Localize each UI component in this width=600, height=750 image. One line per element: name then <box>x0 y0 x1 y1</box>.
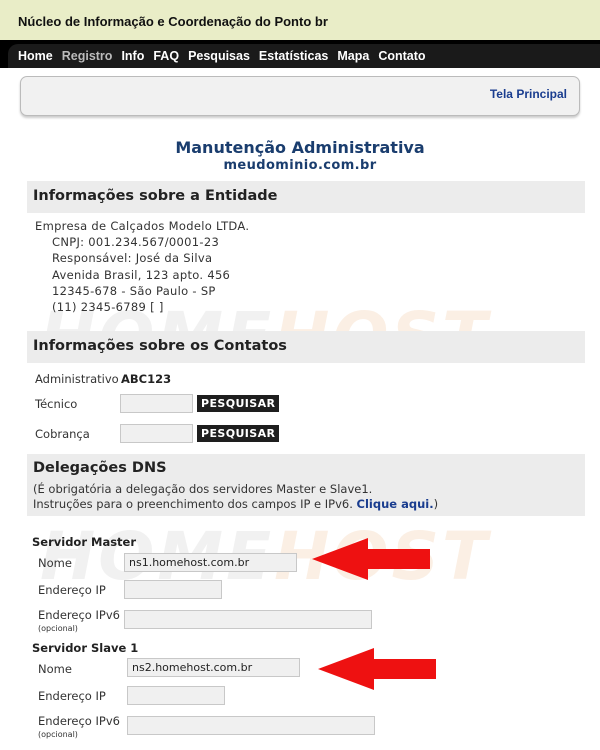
master-ipv6-optional: (opcional) <box>38 624 78 633</box>
entity-phone: (11) 2345-6789 [ ] <box>52 300 164 315</box>
tech-search-button[interactable]: PESQUISAR <box>197 395 280 412</box>
billing-contact-label: Cobrança <box>35 427 90 441</box>
nav-menu: Home Registro Info FAQ Pesquisas Estatís… <box>18 49 426 63</box>
tech-contact-label: Técnico <box>35 397 78 411</box>
nav-item-pesquisas[interactable]: Pesquisas <box>188 49 250 63</box>
master-server-title: Servidor Master <box>32 535 137 549</box>
slave-ipv6-label: Endereço IPv6 <box>38 714 120 728</box>
main-screen-link[interactable]: Tela Principal <box>490 87 567 101</box>
admin-contact-label: Administrativo <box>35 372 119 386</box>
dns-note: (É obrigatória a delegação dos servidore… <box>33 482 438 512</box>
contacts-heading: Informações sobre os Contatos <box>33 338 287 354</box>
master-name-label: Nome <box>38 556 72 570</box>
nav-item-contato[interactable]: Contato <box>378 49 425 63</box>
slave-name-input[interactable]: ns2.homehost.com.br <box>127 658 300 677</box>
instructions-link[interactable]: Clique aqui. <box>357 497 434 511</box>
nav-item-home[interactable]: Home <box>18 49 53 63</box>
nav-item-registro[interactable]: Registro <box>62 49 113 63</box>
domain-name: meudominio.com.br <box>223 158 377 173</box>
nav-bar: Home Registro Info FAQ Pesquisas Estatís… <box>0 40 600 68</box>
nav-item-faq[interactable]: FAQ <box>153 49 179 63</box>
master-name-input[interactable]: ns1.homehost.com.br <box>124 553 297 572</box>
entity-cnpj: CNPJ: 001.234.567/0001-23 <box>52 235 220 250</box>
dns-heading: Delegações DNS <box>33 460 167 476</box>
billing-search-button[interactable]: PESQUISAR <box>197 425 280 442</box>
master-ipv6-label: Endereço IPv6 <box>38 608 120 622</box>
page-title: Manutenção Administrativa <box>175 138 425 157</box>
slave-name-label: Nome <box>38 662 72 676</box>
entity-name: Empresa de Calçados Modelo LTDA. <box>35 219 250 233</box>
org-title: Núcleo de Informação e Coordenação do Po… <box>18 14 328 29</box>
red-arrow-icon-slave <box>318 648 436 690</box>
contacts-section-header: Informações sobre os Contatos <box>27 331 585 363</box>
slave-ipv6-input[interactable] <box>127 716 375 735</box>
entity-address: Avenida Brasil, 123 apto. 456 <box>52 267 231 282</box>
nav-item-mapa[interactable]: Mapa <box>337 49 369 63</box>
slave-ip-label: Endereço IP <box>38 689 106 703</box>
nav-item-info[interactable]: Info <box>121 49 144 63</box>
master-ipv6-input[interactable] <box>124 610 372 629</box>
entity-heading: Informações sobre a Entidade <box>33 188 278 204</box>
nav-item-estatisticas[interactable]: Estatísticas <box>259 49 328 63</box>
master-ip-label: Endereço IP <box>38 583 106 597</box>
dns-section-header: Delegações DNS (É obrigatória a delegaçã… <box>27 454 585 516</box>
entity-section-header: Informações sobre a Entidade <box>27 181 585 213</box>
slave-server-title: Servidor Slave 1 <box>32 641 139 655</box>
master-ip-input[interactable] <box>124 580 222 599</box>
entity-city: 12345-678 - São Paulo - SP <box>52 283 216 298</box>
billing-contact-input[interactable] <box>120 424 193 443</box>
dns-note-line1: (É obrigatória a delegação dos servidore… <box>33 482 373 496</box>
tech-contact-input[interactable] <box>120 394 193 413</box>
top-header: Núcleo de Informação e Coordenação do Po… <box>0 0 600 40</box>
toolbar-panel: Tela Principal <box>20 76 580 116</box>
dns-note-line2: Instruções para o preenchimento dos camp… <box>33 497 439 511</box>
admin-contact-value: ABC123 <box>121 372 172 386</box>
slave-ipv6-optional: (opcional) <box>38 730 78 739</box>
entity-responsible: Responsável: José da Silva <box>52 251 213 266</box>
red-arrow-icon <box>312 538 430 580</box>
slave-ip-input[interactable] <box>127 686 225 705</box>
entity-details: Empresa de Calçados Modelo LTDA. CNPJ: 0… <box>35 218 249 315</box>
